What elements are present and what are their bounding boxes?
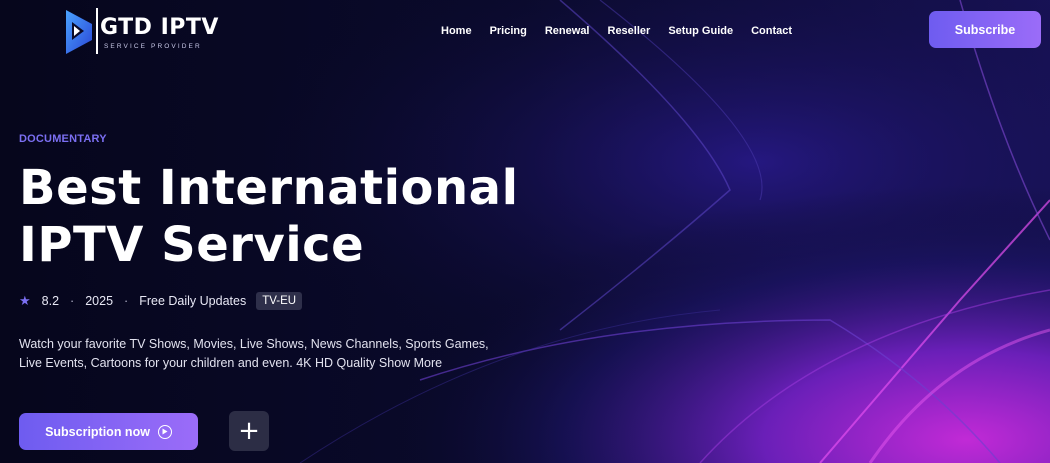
release-year: 2025 bbox=[85, 294, 114, 308]
region-badge: TV-EU bbox=[256, 292, 303, 310]
nav-reseller[interactable]: Reseller bbox=[608, 25, 651, 37]
brand-tagline: SERVICE PROVIDER bbox=[104, 43, 202, 50]
nav-pricing[interactable]: Pricing bbox=[490, 25, 527, 37]
hero-description: Watch your favorite TV Shows, Movies, Li… bbox=[19, 337, 489, 370]
brand-logo[interactable]: GTD IPTV SERVICE PROVIDER bbox=[62, 6, 218, 56]
main-nav: Home Pricing Renewal Reseller Setup Guid… bbox=[441, 25, 810, 37]
nav-renewal[interactable]: Renewal bbox=[545, 25, 590, 37]
hero-title-line-1: Best International bbox=[19, 160, 519, 216]
subscribe-button[interactable]: Subscribe bbox=[929, 11, 1041, 48]
star-icon: ★ bbox=[19, 293, 31, 308]
play-logo-icon bbox=[66, 10, 92, 54]
cta-label: Subscription now bbox=[45, 424, 150, 439]
nav-setup-guide[interactable]: Setup Guide bbox=[668, 25, 733, 37]
nav-home[interactable]: Home bbox=[441, 25, 472, 37]
separator-dot: · bbox=[124, 294, 129, 308]
brand-name: GTD IPTV bbox=[100, 15, 219, 40]
logo-divider bbox=[96, 8, 98, 54]
nav-contact[interactable]: Contact bbox=[751, 25, 792, 37]
subscription-now-button[interactable]: Subscription now bbox=[19, 413, 198, 450]
hero-meta: ★ 8.2 · 2025 · Free Daily Updates TV-EU bbox=[19, 292, 303, 310]
play-circle-icon bbox=[157, 424, 172, 439]
rating-value: 8.2 bbox=[41, 294, 60, 308]
hero-title-line-2: IPTV Service bbox=[19, 217, 365, 273]
add-to-list-button[interactable]: + bbox=[229, 411, 269, 451]
separator-dot: · bbox=[70, 294, 75, 308]
hero-title: Best International IPTV Service bbox=[19, 160, 579, 274]
updates-label: Free Daily Updates bbox=[139, 294, 247, 308]
hero-category: DOCUMENTARY bbox=[19, 133, 107, 145]
